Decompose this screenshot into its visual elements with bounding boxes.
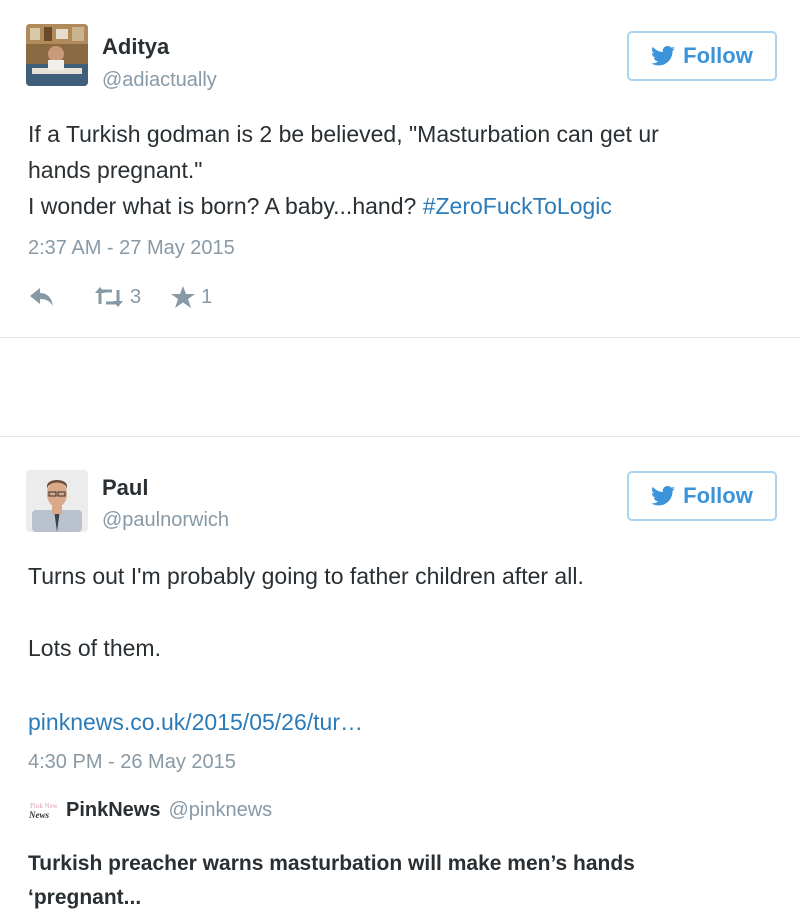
quote-author-handle: @pinknews <box>168 799 273 821</box>
tweet-text-line: If a Turkish godman is 2 be believed, "M… <box>28 121 659 147</box>
pinknews-logo-top: Pink News <box>30 802 58 810</box>
tweet-timestamp[interactable]: 4:30 PM - 26 May 2015 <box>28 750 236 774</box>
avatar[interactable] <box>26 470 88 532</box>
twitter-bird-icon <box>651 486 676 506</box>
quote-title-line: Turkish preacher warns masturbation will… <box>28 852 635 875</box>
tweet-text-line: I wonder what is born? A baby...hand? #Z… <box>28 188 768 224</box>
star-icon <box>171 286 196 308</box>
article-link[interactable]: pinknews.co.uk/2015/05/26/tur… <box>28 709 363 735</box>
tweet-text-line: Lots of them. <box>28 635 161 661</box>
quote-title-line: ‘pregnant... <box>28 886 142 909</box>
avatar-image <box>26 24 88 86</box>
hashtag-link[interactable]: #ZeroFuckToLogic <box>423 193 612 219</box>
retweet-count: 3 <box>130 285 142 308</box>
quote-card-header[interactable]: Pink News News PinkNews @pinknews <box>28 799 272 822</box>
pinknews-logo: Pink News News <box>28 799 61 822</box>
pinknews-logo-image: Pink News News <box>28 799 61 822</box>
author-handle[interactable]: @paulnorwich <box>102 508 229 532</box>
retweet-button[interactable]: 3 <box>94 286 141 309</box>
retweet-icon <box>95 287 123 307</box>
favorite-button[interactable]: 1 <box>171 286 212 309</box>
tweet-actions: 3 1 <box>30 282 212 312</box>
quote-card-title[interactable]: Turkish preacher warns masturbation will… <box>28 847 768 915</box>
author-name[interactable]: Paul <box>102 475 148 501</box>
tweet-text-line: hands pregnant." <box>28 157 203 183</box>
follow-button[interactable]: Follow <box>627 471 777 521</box>
tweet-timestamp[interactable]: 2:37 AM - 27 May 2015 <box>28 236 235 260</box>
reply-icon <box>30 288 53 306</box>
follow-button[interactable]: Follow <box>627 31 777 81</box>
avatar[interactable] <box>26 24 88 86</box>
author-name[interactable]: Aditya <box>102 34 169 60</box>
follow-label: Follow <box>683 483 753 508</box>
pinknews-logo-bottom: News <box>28 810 49 820</box>
tweet-card: Aditya @adiactually Follow If a Turkish … <box>0 0 800 337</box>
tweet-text-line: Turns out I'm probably going to father c… <box>28 563 584 589</box>
quote-author-name: PinkNews <box>66 799 161 821</box>
divider <box>0 337 800 338</box>
tweet-text-line: pinknews.co.uk/2015/05/26/tur… <box>28 704 768 740</box>
tweet-text: If a Turkish godman is 2 be believed, "M… <box>28 116 768 224</box>
tweet-card: Paul @paulnorwich Follow Turns out I'm p… <box>0 437 800 921</box>
reply-button[interactable] <box>30 288 54 306</box>
follow-label: Follow <box>683 43 753 68</box>
avatar-image <box>26 470 88 532</box>
tweet-text-segment: I wonder what is born? A baby...hand? <box>28 193 423 219</box>
favorite-count: 1 <box>201 285 213 308</box>
author-handle[interactable]: @adiactually <box>102 68 217 92</box>
twitter-bird-icon <box>651 46 676 66</box>
